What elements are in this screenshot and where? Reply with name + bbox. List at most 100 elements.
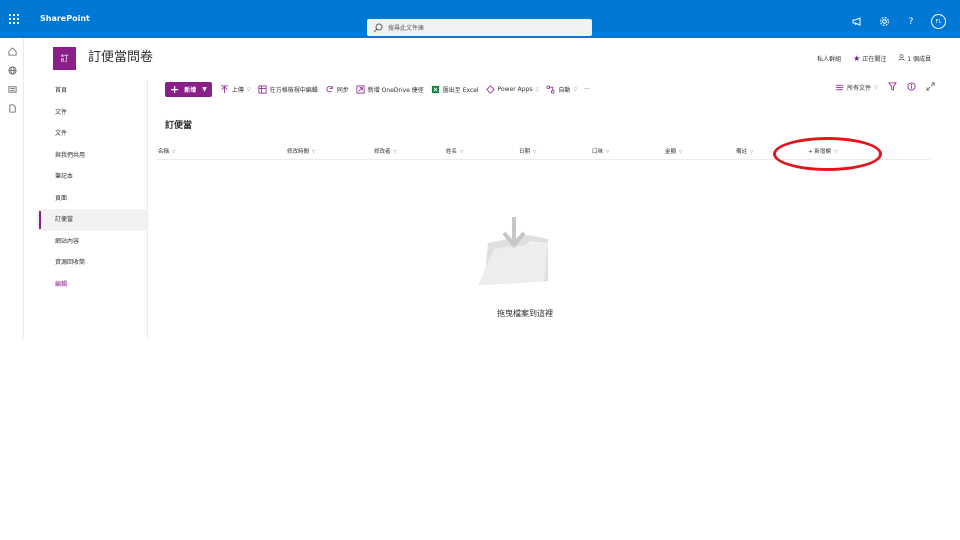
waffle-icon[interactable]: [3, 8, 25, 30]
chevron-down-icon: ▽: [535, 86, 540, 93]
person-icon: [898, 54, 907, 63]
chevron-down-icon: ▽: [460, 150, 464, 155]
gear-icon[interactable]: [877, 15, 891, 29]
nav-item-notebook[interactable]: 筆記本: [37, 166, 147, 188]
column-label: 金額: [665, 149, 677, 155]
search-placeholder: 搜尋此文件庫: [388, 25, 425, 32]
command-bar: + 新增 ▼ 上傳 ▽ 在方格檢視中編輯 同步 新增 OneDrive 捷徑 匯出…: [165, 79, 935, 100]
nav-item-pages[interactable]: 頁面: [37, 188, 147, 210]
column-label: 名稱: [158, 149, 170, 155]
column-header-amount[interactable]: 金額 ▽: [665, 147, 682, 155]
chevron-down-icon: ▽: [573, 86, 578, 93]
new-label: 新增: [184, 87, 197, 94]
grid-edit-label: 在方格檢視中編輯: [269, 87, 318, 94]
site-actions: 私人群組 ★ 正在關注 1 個成員: [817, 54, 931, 63]
app-brand[interactable]: SharePoint: [40, 11, 90, 27]
column-label: 修改者: [374, 149, 391, 155]
automate-label: 自動: [558, 87, 571, 94]
automate-icon: [546, 85, 555, 94]
view-list-icon: [835, 83, 844, 92]
plus-icon: +: [170, 83, 180, 96]
view-controls: 所有文件 ▽: [835, 82, 935, 93]
chevron-down-icon: ▽: [679, 150, 683, 155]
column-header-date[interactable]: 日期 ▽: [519, 147, 536, 155]
nav-item-shared[interactable]: 與我們共用: [37, 145, 147, 167]
grid-edit-button[interactable]: 在方格檢視中編輯: [258, 85, 318, 94]
chevron-down-icon: ▼: [202, 86, 207, 93]
nav-item-documents[interactable]: 文件: [37, 123, 147, 145]
chevron-down-icon: ▽: [312, 150, 316, 155]
follow-button[interactable]: ★ 正在關注: [853, 54, 886, 63]
nav-item-docs[interactable]: 文件: [37, 102, 147, 124]
sync-button[interactable]: 同步: [325, 85, 349, 94]
upload-label: 上傳: [231, 87, 244, 94]
shortcut-icon: [356, 85, 365, 94]
column-label: 日期: [519, 149, 531, 155]
empty-state-text: 拖曳檔案到這裡: [497, 309, 553, 318]
expand-icon[interactable]: [926, 82, 935, 93]
nav-item-lunch-order[interactable]: 訂便當: [37, 209, 147, 231]
nav-edit-link[interactable]: 編輯: [37, 274, 147, 296]
onedrive-shortcut-label: 新增 OneDrive 捷徑: [367, 87, 424, 94]
help-icon[interactable]: ?: [904, 15, 918, 29]
filter-icon[interactable]: [888, 82, 897, 93]
suite-actions: ? FL: [850, 14, 946, 29]
nav-item-recycle-bin[interactable]: 資源回收筒: [37, 252, 147, 274]
column-header-modified-by[interactable]: 修改者 ▽: [374, 147, 397, 155]
power-apps-icon: [485, 85, 495, 94]
home-icon[interactable]: [0, 42, 24, 61]
sync-icon: [325, 85, 334, 94]
excel-icon: [431, 85, 440, 94]
suite-bar: SharePoint 搜尋此文件庫 ? FL: [0, 0, 960, 38]
highlight-circle: [773, 137, 882, 171]
megaphone-icon[interactable]: [850, 15, 864, 29]
members-label: 1 個成員: [907, 56, 931, 63]
view-selector[interactable]: 所有文件 ▽: [835, 83, 878, 92]
chevron-down-icon: ▽: [246, 86, 251, 93]
export-excel-label: 匯出至 Excel: [442, 87, 479, 94]
library-title: 訂便當: [165, 121, 193, 131]
empty-folder-illustration: [470, 215, 560, 290]
site-logo[interactable]: 訂: [53, 47, 76, 70]
column-header-flavor[interactable]: 口味 ▽: [592, 147, 609, 155]
globe-icon[interactable]: [0, 61, 24, 80]
view-label: 所有文件: [847, 85, 872, 92]
chevron-down-icon: ▽: [750, 150, 754, 155]
new-button[interactable]: + 新增 ▼: [165, 82, 212, 97]
more-commands-button[interactable]: ···: [584, 86, 590, 93]
onedrive-shortcut-button[interactable]: 新增 OneDrive 捷徑: [356, 85, 424, 94]
avatar[interactable]: FL: [931, 14, 946, 29]
column-header-modified[interactable]: 修改時間 ▽: [287, 147, 315, 155]
column-label: 口味: [592, 149, 604, 155]
nav-item-home[interactable]: 首頁: [37, 80, 147, 102]
nav-item-site-contents[interactable]: 網站內容: [37, 231, 147, 253]
more-label: ···: [584, 86, 590, 93]
power-apps-label: Power Apps: [497, 86, 533, 93]
info-icon[interactable]: [907, 82, 916, 93]
column-header-name[interactable]: 名稱 ▽: [158, 147, 175, 155]
column-label: 備註: [736, 149, 748, 155]
automate-button[interactable]: 自動 ▽: [546, 85, 577, 94]
news-icon[interactable]: [0, 80, 24, 99]
column-header-person-name[interactable]: 姓名 ▽: [446, 147, 463, 155]
column-label: 姓名: [446, 149, 458, 155]
app-rail: [0, 38, 24, 338]
export-excel-button[interactable]: 匯出至 Excel: [431, 85, 479, 94]
search-box[interactable]: 搜尋此文件庫: [367, 19, 592, 36]
chevron-down-icon: ▽: [533, 150, 537, 155]
column-header-notes[interactable]: 備註 ▽: [736, 147, 753, 155]
page-icon[interactable]: [0, 99, 24, 118]
private-group-label: 私人群組: [817, 56, 842, 63]
grid-icon: [258, 85, 267, 94]
column-label: 修改時間: [287, 149, 310, 155]
members-button[interactable]: 1 個成員: [898, 54, 931, 63]
power-apps-button[interactable]: Power Apps ▽: [485, 85, 540, 94]
sharepoint-window: SharePoint 搜尋此文件庫 ? FL 訂 訂便當問卷 私人群組 ★ 正在…: [0, 0, 960, 338]
chevron-down-icon: ▽: [172, 150, 176, 155]
chevron-down-icon: ▽: [606, 150, 610, 155]
left-navigation: 首頁 文件 文件 與我們共用 筆記本 頁面 訂便當 網站內容 資源回收筒 編輯: [37, 80, 148, 338]
upload-button[interactable]: 上傳 ▽: [220, 85, 251, 94]
follow-label: 正在關注: [862, 56, 887, 63]
site-title[interactable]: 訂便當問卷: [88, 50, 153, 66]
upload-icon: [220, 85, 229, 94]
